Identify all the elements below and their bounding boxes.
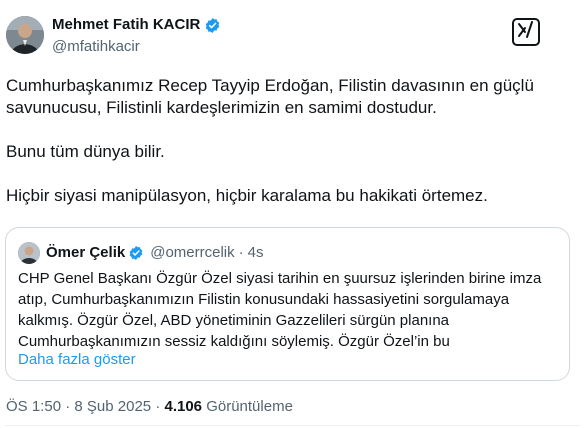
verified-badge-icon	[204, 17, 221, 34]
quote-handle[interactable]: @omerrcelik	[150, 243, 234, 263]
tweet-paragraph: Cumhurbaşkanımız Recep Tayyip Erdoğan, F…	[6, 76, 534, 117]
quote-text: CHP Genel Başkanı Özgür Özel siyasi tari…	[18, 270, 542, 350]
tweet-meta: ÖS 1:50 · 8 Şub 2025 · 4.106 Görüntüleme	[6, 398, 293, 416]
meta-separator: ·	[65, 398, 71, 415]
tweet-paragraph: Bunu tüm dünya bilir.	[6, 142, 165, 161]
verified-badge-icon	[128, 245, 144, 261]
meta-separator: ·	[155, 398, 161, 415]
tweet-paragraph: Hiçbir siyasi manipülasyon, hiçbir karal…	[6, 186, 488, 205]
show-more-link[interactable]: Daha fazla göster	[18, 350, 136, 370]
quote-header: Ömer Çelik @omerrcelik · 4s	[46, 243, 263, 263]
author-name-row: Mehmet Fatih KACIR	[52, 16, 221, 34]
author-avatar[interactable]	[6, 16, 44, 54]
quote-timestamp[interactable]: 4s	[248, 243, 264, 263]
grok-icon	[516, 20, 536, 45]
author-display-name[interactable]: Mehmet Fatih KACIR	[52, 16, 200, 34]
quote-display-name[interactable]: Ömer Çelik	[46, 243, 125, 263]
views-label[interactable]: Görüntüleme	[206, 398, 293, 415]
tweet-time[interactable]: ÖS 1:50	[6, 398, 61, 415]
tweet-date[interactable]: 8 Şub 2025	[74, 398, 151, 415]
quoted-tweet[interactable]: Ömer Çelik @omerrcelik · 4s CHP Genel Ba…	[5, 227, 570, 381]
tweet-text: Cumhurbaşkanımız Recep Tayyip Erdoğan, F…	[6, 75, 566, 207]
quote-separator: ·	[238, 244, 244, 261]
author-handle[interactable]: @mfatihkacir	[52, 38, 140, 56]
views-count[interactable]: 4.106	[164, 398, 202, 415]
divider	[5, 425, 580, 426]
grok-button[interactable]	[512, 18, 540, 46]
quote-avatar[interactable]	[18, 242, 40, 264]
